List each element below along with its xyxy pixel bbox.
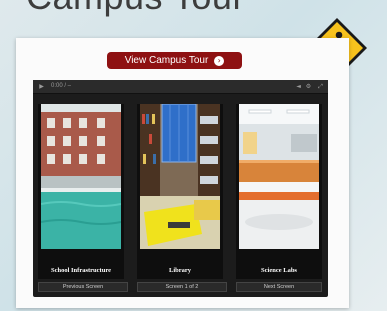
settings-icon[interactable]: ⚙ xyxy=(305,83,312,90)
panel-caption: Science Labs xyxy=(261,267,297,274)
school-building-pool-photo xyxy=(41,104,121,249)
previous-screen-button[interactable]: Previous Screen xyxy=(38,282,128,292)
volume-icon[interactable]: ◄ xyxy=(295,83,302,90)
panel-science-labs[interactable]: Science Labs xyxy=(236,104,322,279)
panel-caption: Library xyxy=(168,267,192,274)
tour-player: ▶ 0:00 / – ◄ ⚙ ⤢ School Infrastructure L… xyxy=(33,80,328,297)
arrow-right-circle-icon: › xyxy=(214,55,225,66)
science-lab-photo xyxy=(239,104,319,249)
panel-school-infrastructure[interactable]: School Infrastructure xyxy=(38,104,124,279)
player-time: 0:00 / – xyxy=(51,83,72,89)
next-screen-button[interactable]: Next Screen xyxy=(236,282,322,292)
player-toolbar: ▶ 0:00 / – ◄ ⚙ ⤢ xyxy=(33,80,328,94)
view-campus-tour-label: View Campus Tour xyxy=(124,55,209,66)
play-icon[interactable]: ▶ xyxy=(38,83,45,90)
panel-library[interactable]: Library xyxy=(137,104,223,279)
page-title: Campus Tour xyxy=(26,0,245,18)
view-campus-tour-button[interactable]: View Campus Tour › xyxy=(107,52,242,69)
panel-caption: School Infrastructure xyxy=(50,267,111,274)
library-shelves-photo xyxy=(140,104,220,249)
screen-counter: Screen 1 of 2 xyxy=(137,282,227,292)
fullscreen-icon[interactable]: ⤢ xyxy=(317,83,324,90)
